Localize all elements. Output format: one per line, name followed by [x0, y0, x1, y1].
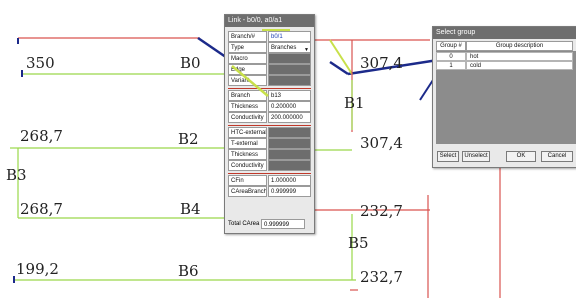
field-label: Thickness	[228, 101, 267, 112]
total-carea-value: 0.999999	[261, 219, 305, 229]
careabranch-input[interactable]: 0.999999	[268, 186, 311, 197]
table-row-number[interactable]: 0	[436, 52, 466, 61]
cfin-input[interactable]: 1.000000	[268, 175, 311, 186]
field-label: Branch	[228, 90, 267, 101]
total-carea-label: Total CArea	[228, 221, 260, 227]
flow-value: 199,2	[16, 260, 59, 278]
section-divider	[228, 88, 311, 89]
field-label: Edge	[228, 64, 267, 75]
flow-value: 350	[26, 54, 55, 72]
chevron-down-icon[interactable]: ▼	[304, 45, 309, 52]
branch-input[interactable]: b13	[268, 90, 311, 101]
field-label: Thickness	[228, 149, 267, 160]
edge-input	[268, 64, 311, 75]
flow-value: 307,4	[360, 134, 403, 152]
field-label: Conductivity	[228, 112, 267, 123]
thickness-ext-input	[268, 149, 311, 160]
cancel-button[interactable]: Cancel	[541, 151, 573, 162]
branch-label: B6	[178, 262, 199, 280]
branch-label: B5	[348, 234, 369, 252]
field-label: Macro	[228, 53, 267, 64]
table-row-number[interactable]: 1	[436, 61, 466, 70]
field-label: CAreaBranch	[228, 186, 267, 197]
flow-value: 232,7	[360, 202, 403, 220]
field-label: CFin	[228, 175, 267, 186]
field-label: Branch/#	[228, 31, 267, 42]
table-row-description[interactable]: hot	[466, 52, 573, 61]
htc-external-input	[268, 127, 311, 138]
field-label: HTC-external	[228, 127, 267, 138]
column-header-group-description[interactable]: Group description	[466, 41, 573, 51]
link-dialog-title: Link - b0/0, a0/a1	[225, 15, 314, 27]
total-carea: Total CArea 0.999999	[228, 219, 305, 229]
branch-label: B2	[178, 130, 199, 148]
variant-input	[268, 75, 311, 86]
section-divider	[228, 125, 311, 126]
ok-button[interactable]: OK	[506, 151, 536, 162]
field-label: Conductivity	[228, 160, 267, 171]
conductivity-input[interactable]: 200.000000	[268, 112, 311, 123]
flow-value: 268,7	[20, 200, 63, 218]
thickness-input[interactable]: 0.200000	[268, 101, 311, 112]
branch-label: B4	[180, 200, 201, 218]
macro-input	[268, 53, 311, 64]
select-group-title: Select group	[433, 27, 576, 39]
branch-label: B3	[6, 166, 27, 184]
branch-label: B0	[180, 54, 201, 72]
branch-number-input[interactable]: b0/1	[268, 31, 311, 42]
type-select-value: Branches	[271, 45, 297, 51]
unselect-button[interactable]: Unselect	[462, 151, 490, 162]
conductivity-ext-input	[268, 160, 311, 171]
branch-label: B1	[344, 94, 365, 112]
type-select[interactable]: Branches ▼	[268, 42, 311, 53]
column-header-group-number[interactable]: Group #	[436, 41, 466, 51]
table-row-description[interactable]: cold	[466, 61, 573, 70]
flow-value: 232,7	[360, 268, 403, 286]
flow-value: 268,7	[20, 127, 63, 145]
flow-value: 307,4	[360, 54, 403, 72]
field-label: T-external	[228, 138, 267, 149]
field-label: Variant	[228, 75, 267, 86]
select-group-dialog: Select group Group # Group description 0…	[432, 26, 576, 168]
select-button[interactable]: Select	[437, 151, 459, 162]
section-divider	[228, 173, 311, 174]
link-dialog: Link - b0/0, a0/a1 Branch/# b0/1 Type Br…	[224, 14, 315, 234]
field-label: Type	[228, 42, 267, 53]
t-external-input	[268, 138, 311, 149]
